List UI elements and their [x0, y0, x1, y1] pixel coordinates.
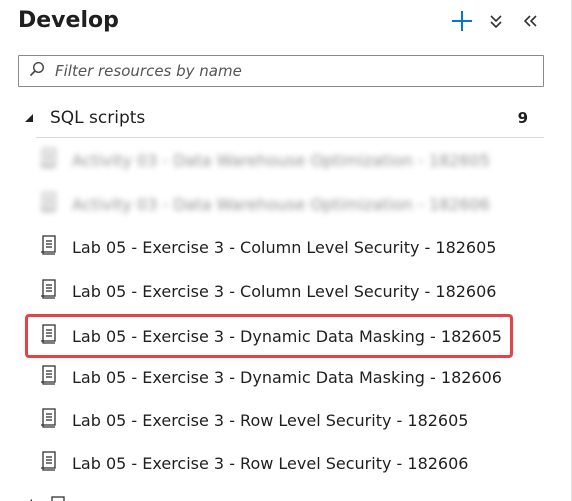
list-item-label: Lab 05 - Exercise 3 - Dynamic Data Maski…: [72, 367, 502, 387]
next-section-cut-off: [18, 492, 544, 501]
collapse-panel-icon[interactable]: [519, 10, 541, 32]
divider: [36, 137, 544, 138]
list-item-label: Lab 05 - Exercise 3 - Row Level Security…: [72, 453, 469, 473]
script-icon: [40, 323, 58, 349]
list-item[interactable]: Activity 03 - Data Warehouse Optimizatio…: [40, 145, 530, 175]
script-icon: [40, 234, 58, 260]
filter-input[interactable]: [53, 61, 537, 81]
plus-icon[interactable]: [451, 10, 473, 32]
list-item[interactable]: Activity 03 - Data Warehouse Optimizatio…: [40, 189, 530, 219]
caret-down-icon[interactable]: [18, 113, 38, 123]
list-item-label: Activity 03 - Data Warehouse Optimizatio…: [72, 194, 490, 214]
list-item-label: Lab 05 - Exercise 3 - Dynamic Data Maski…: [72, 326, 502, 346]
list-item[interactable]: Lab 05 - Exercise 3 - Dynamic Data Maski…: [40, 362, 530, 392]
list-item-highlighted[interactable]: Lab 05 - Exercise 3 - Dynamic Data Maski…: [25, 314, 513, 358]
develop-panel: Develop Filter resources by name SQL scr…: [0, 0, 572, 501]
list-item-label: Lab 05 - Exercise 3 - Row Level Security…: [72, 410, 469, 430]
script-icon: [40, 147, 58, 173]
panel-header: Develop: [18, 8, 541, 38]
script-icon: [40, 364, 58, 390]
list-item[interactable]: Lab 05 - Exercise 3 - Row Level Security…: [40, 448, 530, 478]
filter-box[interactable]: [18, 55, 544, 87]
list-item[interactable]: Lab 05 - Exercise 3 - Column Level Secur…: [40, 232, 530, 262]
script-icon: [40, 278, 58, 304]
list-item[interactable]: Lab 05 - Exercise 3 - Row Level Security…: [40, 405, 530, 435]
list-item-label: Lab 05 - Exercise 3 - Column Level Secur…: [72, 281, 497, 301]
page-title: Develop: [18, 8, 119, 33]
section-sql-scripts[interactable]: SQL scripts 9: [18, 104, 544, 132]
expand-all-icon[interactable]: [485, 10, 507, 32]
list-item[interactable]: Lab 05 - Exercise 3 - Column Level Secur…: [40, 276, 530, 306]
script-icon: [40, 407, 58, 433]
section-label: SQL scripts: [50, 108, 146, 128]
toolbar: [451, 10, 541, 32]
search-icon: [29, 61, 45, 81]
list-item-label: Lab 05 - Exercise 3 - Column Level Secur…: [72, 237, 497, 257]
section-count: 9: [517, 109, 528, 127]
script-icon: [40, 191, 58, 217]
list-item-label: Activity 03 - Data Warehouse Optimizatio…: [72, 150, 490, 170]
script-icon: [40, 450, 58, 476]
